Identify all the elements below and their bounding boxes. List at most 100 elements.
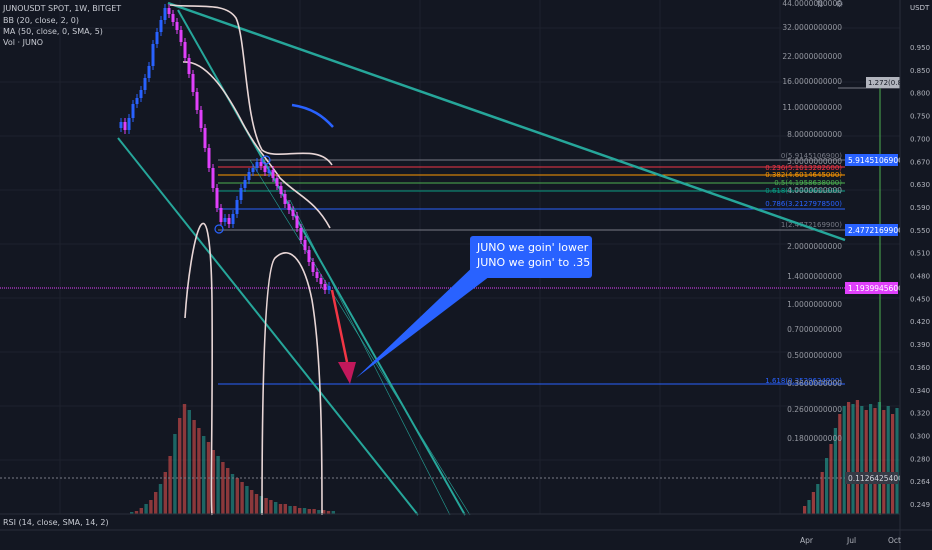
log-tick: 0.1800000000 (787, 434, 842, 443)
candle-body (139, 90, 143, 98)
volume-bar (269, 500, 273, 514)
volume-bar (825, 458, 829, 514)
candle-body (147, 66, 151, 78)
volume-bar (235, 478, 239, 514)
candle-body (255, 162, 259, 168)
volume-bar (250, 490, 254, 514)
volume-bar (847, 402, 851, 514)
right-axis-tick: 0.320 (910, 410, 930, 418)
fib-0-tag: 5.9145106900 (848, 156, 903, 165)
volume-bar (221, 462, 225, 514)
channel-bottom-line (117, 137, 419, 516)
volume-bar (154, 492, 158, 514)
candle-body (191, 74, 195, 92)
candle-body (319, 278, 323, 284)
time-tick: Jul (846, 536, 856, 545)
right-axis-tick: 0.450 (910, 295, 930, 303)
volume-bar (254, 494, 259, 514)
top-icons: ⇅ ⚙ (816, 0, 853, 10)
candle-body (291, 210, 295, 216)
volume-bar (187, 410, 191, 514)
candle-body (207, 148, 211, 168)
volume-bar (886, 406, 890, 514)
candle-body (267, 170, 271, 173)
log-tick: 0.5000000000 (787, 351, 842, 360)
callout-pointer (356, 262, 498, 378)
volume-bar (216, 456, 220, 514)
arrow-up-down-icon[interactable]: ⇅ (816, 0, 824, 10)
volume-bar (882, 410, 886, 514)
volume-bar (168, 456, 172, 514)
channel-thin-line-2 (289, 199, 451, 516)
volume-bar (293, 506, 297, 514)
volume-bar (230, 474, 235, 514)
candle-body (275, 178, 279, 186)
right-axis-tick: 0.280 (910, 455, 930, 463)
arrow-head (338, 362, 356, 384)
symbol-title[interactable]: JUNOUSDT SPOT, 1W, BITGET (3, 4, 121, 13)
volume-bar (264, 498, 268, 514)
fib-1-tag: 2.4772169900 (848, 226, 903, 235)
bb-indicator-label[interactable]: BB (20, close, 2, 0) (3, 16, 79, 25)
candle-body (311, 262, 315, 272)
volume-bar (860, 406, 864, 514)
candle-body (271, 170, 275, 178)
volume-bar (197, 428, 201, 514)
rsi-indicator-label[interactable]: RSI (14, close, SMA, 14, 2) (3, 518, 109, 527)
volume-bar (202, 436, 206, 514)
volume-bar (149, 500, 153, 514)
right-axis-tick: 0.360 (910, 364, 930, 372)
volume-bar (288, 506, 292, 514)
volume-bar (298, 508, 302, 514)
text-callout[interactable]: JUNO we goin' lower JUNO we goin' to .35 (470, 236, 592, 278)
candle-body (223, 218, 227, 222)
right-axis-tick: 0.480 (910, 273, 930, 281)
candle-body (263, 166, 267, 172)
ma-indicator-label[interactable]: MA (50, close, 0, SMA, 5) (3, 27, 103, 36)
candle-body (279, 186, 283, 194)
volume-bar (173, 434, 177, 514)
volume-bar (139, 508, 143, 514)
candle-body (175, 22, 179, 30)
volume-bar (877, 402, 881, 514)
volume-bar (274, 502, 278, 514)
volume-bar (240, 482, 244, 514)
time-tick: Oct (888, 536, 901, 545)
right-axis-tick: 0.510 (910, 250, 930, 258)
candle-body (199, 110, 203, 128)
candle-body (159, 20, 163, 32)
settings-icon[interactable]: ⚙ (835, 0, 843, 10)
candle-body (295, 216, 299, 228)
candle-body (155, 32, 159, 44)
callout-line-1: JUNO we goin' lower (477, 241, 589, 254)
volume-bar (158, 484, 163, 514)
log-tick: 32.0000000000 (782, 23, 842, 32)
right-axis-tick: 0.700 (910, 135, 930, 143)
chart-canvas[interactable]: 0(5.9145106900) 0.236(5.1613282600) 0.38… (0, 0, 932, 550)
current-tag: 1.1939945600 (848, 284, 903, 293)
candle-body (119, 122, 123, 128)
volume-bar (182, 404, 187, 514)
right-axis-tick: 0.630 (910, 181, 930, 189)
candle-body (215, 188, 219, 208)
right-axis-tick: 0.249 (910, 501, 930, 509)
candle-body (171, 14, 175, 22)
candle-body (163, 8, 167, 20)
right-axis-tick: 0.590 (910, 204, 930, 212)
volume-bar (192, 420, 196, 514)
volume-indicator-label[interactable]: Vol · JUNO (3, 38, 43, 47)
candle-body (227, 218, 231, 224)
candle-body (231, 214, 235, 224)
volume-bar (895, 408, 899, 514)
candle-body (299, 228, 303, 240)
log-tick: 16.0000000000 (782, 77, 842, 86)
volume-bar (891, 414, 895, 514)
callout-line-2: JUNO we goin' to .35 (477, 256, 591, 269)
projection-arc (291, 103, 334, 128)
volume-bar (816, 484, 820, 514)
volume-bar (245, 486, 249, 514)
chart-grid (0, 0, 900, 514)
volume-bar (873, 408, 877, 514)
candle-body (307, 250, 311, 262)
right-axis-tick: 0.340 (910, 387, 930, 395)
